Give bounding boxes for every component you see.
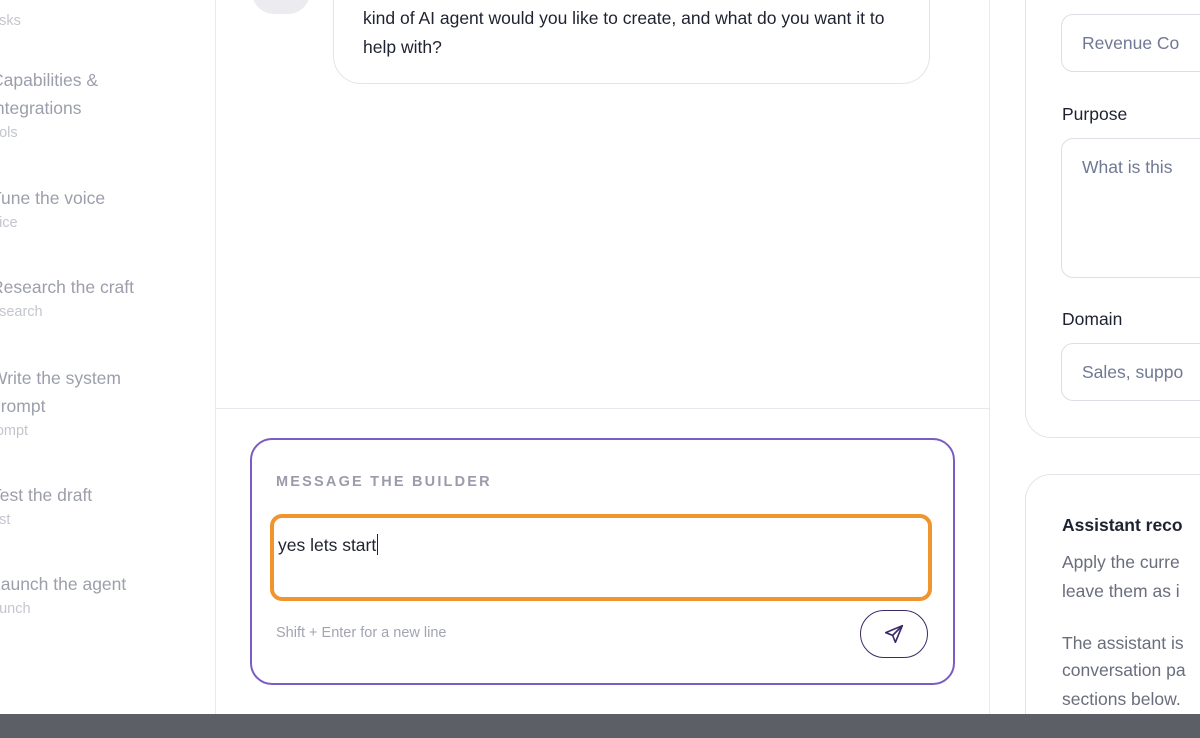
domain-label: Domain — [1062, 309, 1123, 329]
sidebar-step-capabilities[interactable]: Capabilities & integrations ools — [0, 66, 211, 142]
domain-placeholder: Sales, suppo — [1082, 362, 1184, 382]
agent-details-card: Revenue Co Purpose What is this Domain S… — [1025, 0, 1200, 438]
step-subtitle: rompt — [0, 423, 29, 439]
assistant-message-bubble: kind of AI agent would you like to creat… — [333, 0, 930, 84]
agent-name-field[interactable]: Revenue Co — [1061, 14, 1200, 72]
recommendations-text: Apply the curre — [1062, 552, 1180, 572]
step-subtitle: asks — [0, 13, 21, 29]
builder-steps-sidebar: asks Capabilities & integrations ools Tu… — [0, 0, 216, 714]
step-subtitle: oice — [0, 215, 18, 231]
step-title: Test the draft — [0, 485, 93, 505]
recommendations-title: Assistant reco — [1062, 515, 1183, 535]
step-subtitle: aunch — [0, 601, 31, 617]
recommendations-text: conversation pa — [1062, 660, 1186, 680]
message-composer: MESSAGE THE BUILDER yes lets start Shift… — [250, 438, 955, 685]
step-title: Capabilities & integrations — [0, 70, 98, 118]
sidebar-step-research[interactable]: Research the craft esearch — [0, 273, 211, 321]
sidebar-step-test[interactable]: Test the draft est — [0, 481, 211, 529]
purpose-placeholder: What is this — [1082, 157, 1173, 177]
agent-builder-app: asks Capabilities & integrations ools Tu… — [0, 0, 1200, 738]
recommendations-text: The assistant is — [1062, 633, 1184, 653]
send-button[interactable] — [860, 610, 928, 658]
step-subtitle: est — [0, 512, 11, 528]
assistant-recommendations-card: Assistant reco Apply the curre leave the… — [1025, 474, 1200, 738]
text-caret — [377, 534, 379, 555]
step-title: Write the system prompt — [0, 368, 121, 416]
message-input[interactable]: yes lets start — [270, 514, 932, 601]
agent-name-value: Revenue Co — [1082, 33, 1180, 53]
os-bottom-bar — [0, 714, 1200, 738]
builder-chat: kind of AI agent would you like to creat… — [216, 0, 990, 714]
sidebar-step-voice[interactable]: Tune the voice oice — [0, 184, 211, 232]
message-input-text: yes lets start — [278, 535, 377, 555]
step-subtitle: esearch — [0, 304, 43, 320]
step-title: Research the craft — [0, 277, 134, 297]
step-subtitle: ools — [0, 125, 18, 141]
domain-field[interactable]: Sales, suppo — [1061, 343, 1200, 401]
chat-divider — [216, 408, 989, 409]
purpose-label: Purpose — [1062, 104, 1128, 124]
sidebar-step-tasks[interactable]: asks — [0, 10, 211, 30]
composer-label: MESSAGE THE BUILDER — [276, 474, 492, 490]
step-title: Launch the agent — [0, 574, 127, 594]
assistant-avatar — [252, 0, 310, 14]
sidebar-step-launch[interactable]: Launch the agent aunch — [0, 570, 211, 618]
paper-plane-icon — [884, 624, 904, 644]
step-title: Tune the voice — [0, 188, 106, 208]
composer-hint: Shift + Enter for a new line — [276, 625, 447, 641]
assistant-message-text: kind of AI agent would you like to creat… — [363, 8, 885, 57]
recommendations-text: sections below. — [1062, 689, 1181, 709]
sidebar-step-system-prompt[interactable]: Write the system prompt rompt — [0, 364, 211, 440]
recommendations-text: leave them as i — [1062, 581, 1180, 601]
purpose-field[interactable]: What is this — [1061, 138, 1200, 278]
